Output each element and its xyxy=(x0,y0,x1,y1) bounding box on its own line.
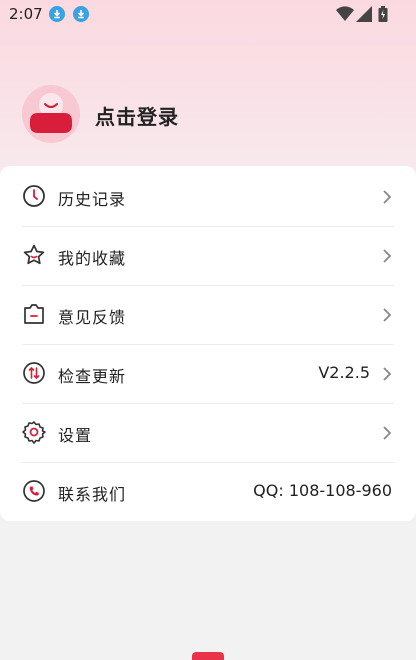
menu-item-label: 检查更新 xyxy=(58,367,127,386)
chevron-right-icon xyxy=(383,190,392,204)
version-value: V2.2.5 xyxy=(318,363,370,382)
login-profile[interactable]: 点击登录 xyxy=(22,85,322,143)
avatar-icon[interactable] xyxy=(22,85,80,143)
menu-item-history[interactable]: 历史记录 xyxy=(22,167,394,226)
battery-icon xyxy=(378,6,388,22)
menu-item-check-update[interactable]: 检查更新 V2.2.5 xyxy=(22,344,394,403)
download-icon xyxy=(73,6,89,22)
menu-item-label: 意见反馈 xyxy=(58,308,127,327)
update-icon xyxy=(23,362,45,384)
bottom-decoration xyxy=(192,652,224,660)
menu-item-feedback[interactable]: 意见反馈 xyxy=(22,285,394,344)
chevron-right-icon xyxy=(383,249,392,263)
chevron-right-icon xyxy=(383,308,392,322)
wifi-icon xyxy=(336,6,354,22)
chevron-right-icon xyxy=(383,426,392,440)
gear-icon xyxy=(22,421,46,444)
menu-item-favorites[interactable]: 我的收藏 xyxy=(22,226,394,285)
phone-icon xyxy=(23,480,45,502)
chevron-right-icon xyxy=(383,367,392,381)
menu-item-label: 联系我们 xyxy=(58,485,127,504)
status-bar: 2:07 xyxy=(0,0,416,28)
menu-item-label: 设置 xyxy=(58,426,93,445)
status-time: 2:07 xyxy=(9,5,43,23)
menu-item-settings[interactable]: 设置 xyxy=(22,403,394,462)
menu-card: 历史记录 我的收藏 意见反馈 检查更新 V2.2.5 设置 联系我们 QQ: 1… xyxy=(0,166,416,521)
qq-value: QQ: 108-108-960 xyxy=(253,481,392,500)
login-label[interactable]: 点击登录 xyxy=(95,101,179,130)
menu-item-label: 我的收藏 xyxy=(58,249,127,268)
menu-item-label: 历史记录 xyxy=(58,190,127,209)
star-icon xyxy=(23,244,45,265)
feedback-icon xyxy=(24,304,44,324)
menu-item-contact[interactable]: 联系我们 QQ: 108-108-960 xyxy=(22,462,394,521)
signal-icon xyxy=(356,6,372,22)
clock-icon xyxy=(23,185,45,207)
download-icon xyxy=(49,6,65,22)
